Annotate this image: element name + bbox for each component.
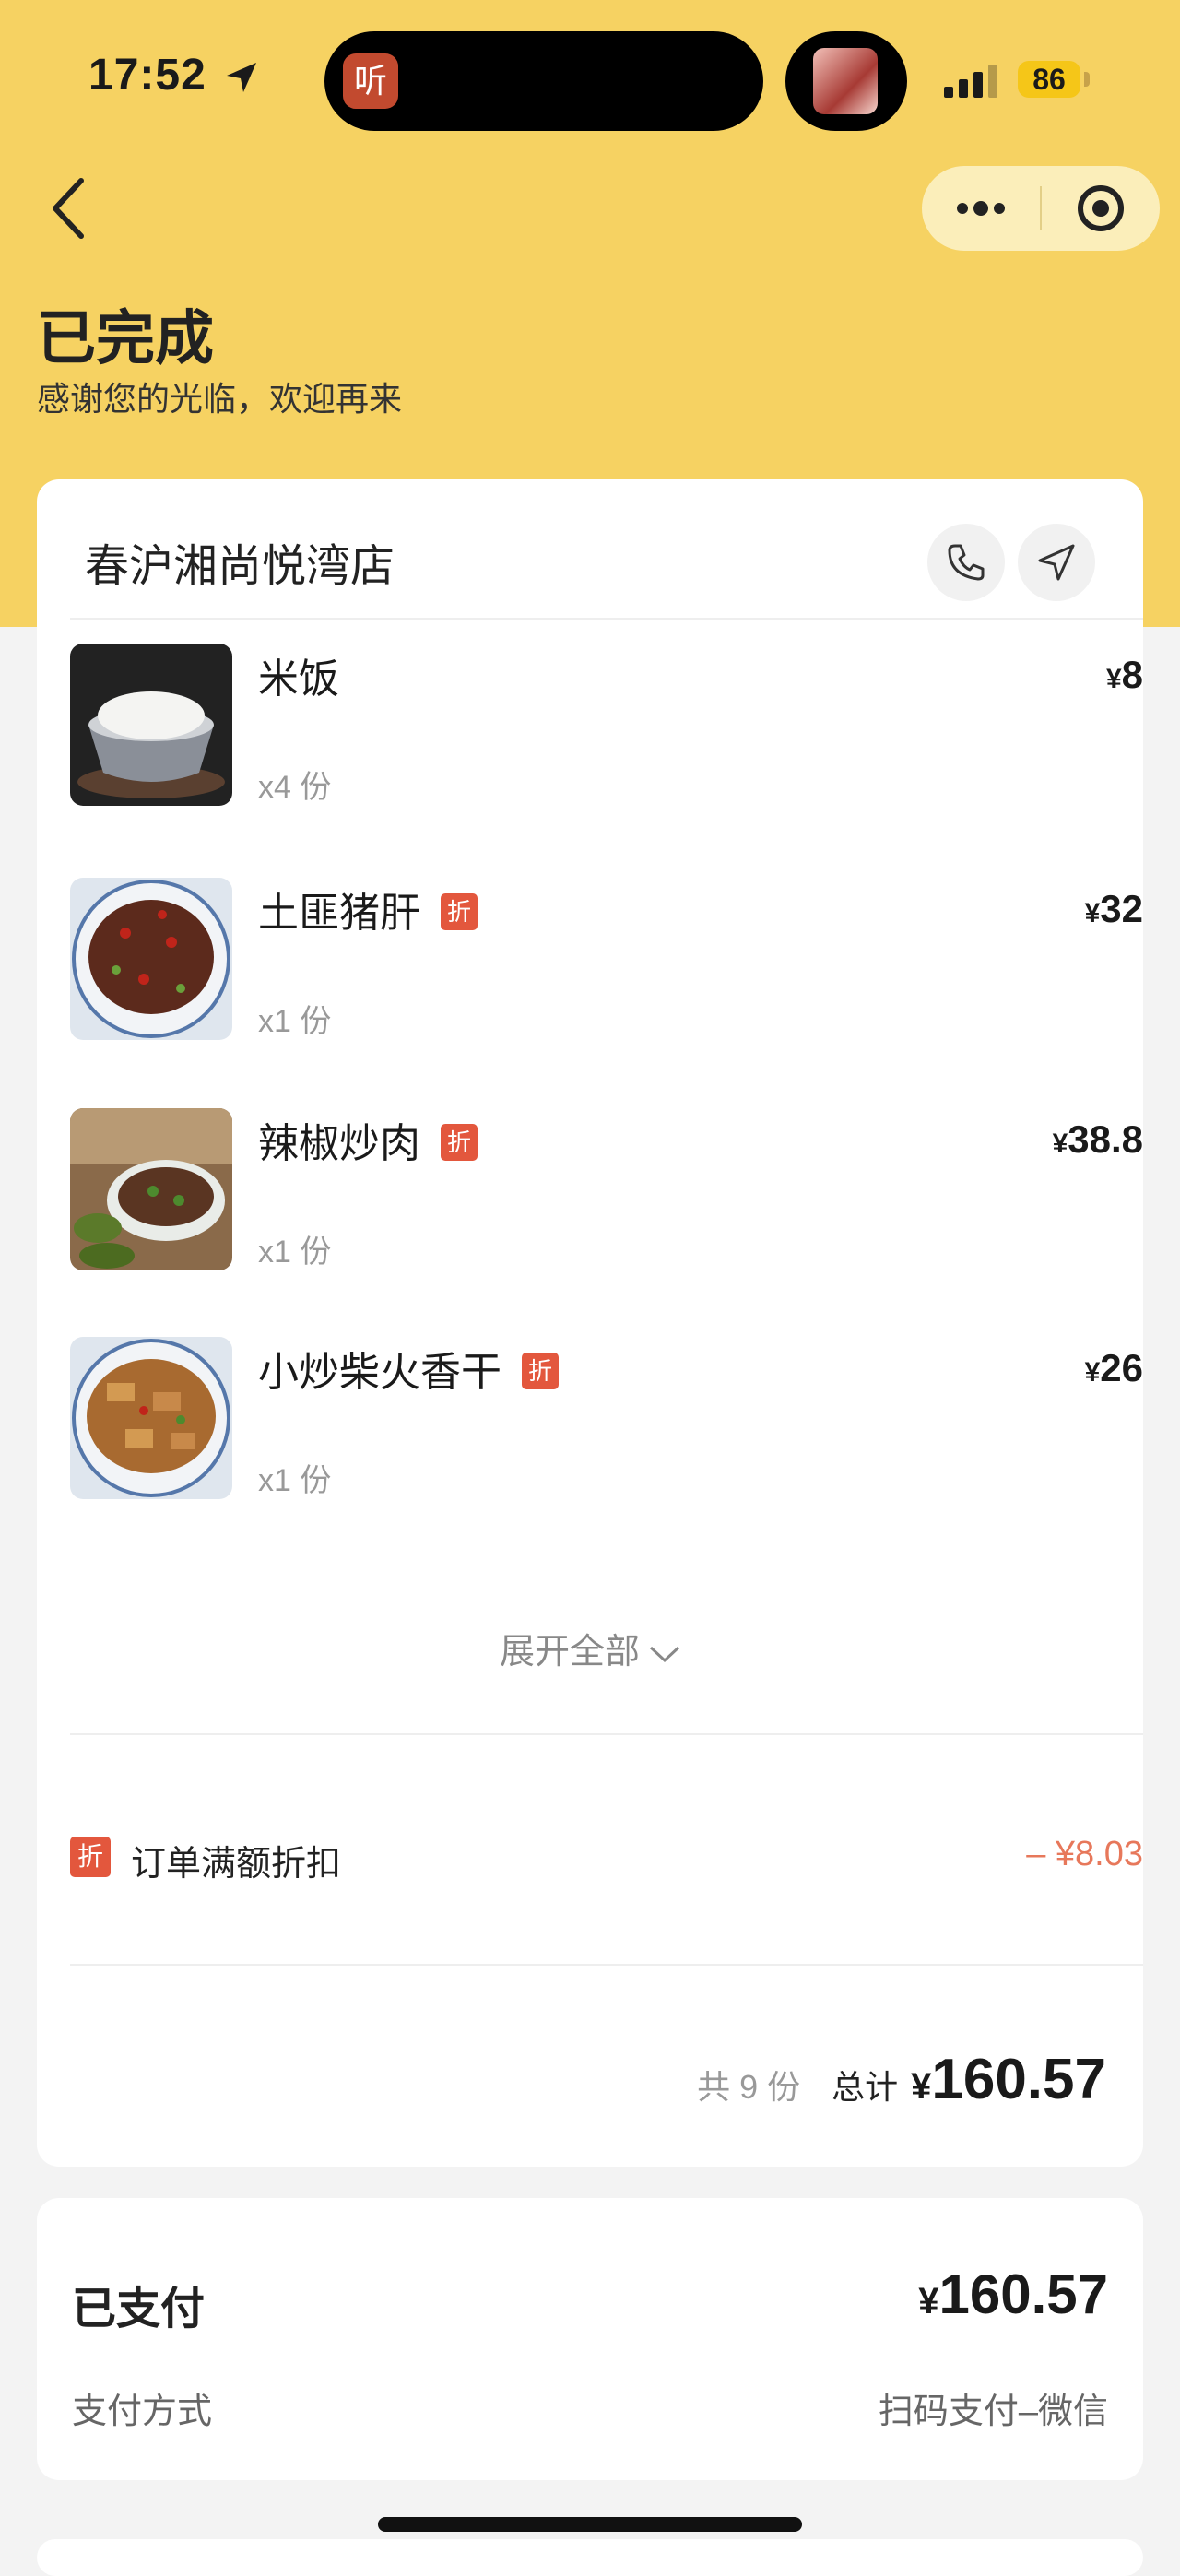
discount-tag: 折 [441,893,478,931]
discount-label: 订单满额折扣 [131,1845,342,1884]
discount-amount: – ¥8.03 [1026,1835,1143,1873]
divider [70,1733,1143,1735]
order-total-row: 共 9 份总计 ¥160.57 [697,2047,1106,2111]
location-arrow-icon [227,63,256,92]
back-arrow-icon[interactable] [46,175,90,242]
discount-tag: 折 [70,1837,111,1877]
item-name: 小炒柴火香干折 [258,1339,559,1398]
dried-tofu-image [70,1337,232,1499]
mini-program-capsule [922,166,1160,251]
paid-amount: ¥160.57 [918,2263,1108,2325]
dynamic-island: 听 [324,31,763,131]
more-dots-icon [957,201,1005,216]
item-price: ¥8 [1105,653,1143,696]
item-name: 辣椒炒肉折 [258,1110,478,1169]
payment-card: 已支付 ¥160.57 支付方式 扫码支付–微信 [37,2198,1143,2480]
total-currency: ¥ [911,2066,932,2107]
battery-level: 86 [1018,61,1080,98]
item-price: ¥38.8 [1052,1117,1143,1161]
chili-pork-image [70,1108,232,1270]
status-time: 17:52 [88,51,206,100]
payment-method-label: 支付方式 [72,2393,213,2431]
signal-icon [944,65,997,98]
chevron-down-icon [649,1646,680,1663]
item-name: 米饭 [258,656,339,702]
item-quantity: x1 份 [258,1463,332,1498]
listen-app-icon: 听 [343,53,398,109]
now-playing-island [785,31,907,131]
battery-tip [1084,72,1090,87]
navigate-icon [1038,544,1075,581]
close-button[interactable] [1042,166,1160,251]
payment-method-value: 扫码支付–微信 [878,2393,1108,2431]
order-item: 小炒柴火香干折 x1 份 ¥26 [70,1337,1143,1499]
expand-all-button[interactable]: 展开全部 [37,1623,1143,1673]
item-quantity: x1 份 [258,1235,332,1270]
item-price: ¥26 [1084,1346,1143,1389]
rice-image [70,644,232,806]
pork-liver-image [70,878,232,1040]
paid-label: 已支付 [72,2285,206,2334]
item-quantity: x1 份 [258,1004,332,1039]
item-count: 共 9 份 [697,2068,801,2106]
order-item: 米饭 x4 份 ¥8 [70,644,1143,806]
more-button[interactable] [922,166,1040,251]
total-label: 总计 [832,2068,899,2106]
order-item: 辣椒炒肉折 x1 份 ¥38.8 [70,1108,1143,1270]
discount-tag: 折 [522,1353,559,1390]
item-name: 土匪猪肝折 [258,880,478,939]
home-indicator[interactable] [378,2517,802,2532]
order-item: 土匪猪肝折 x1 份 ¥32 [70,878,1143,1040]
phone-icon [948,544,985,581]
now-playing-thumbnail [813,48,878,114]
item-quantity: x4 份 [258,770,332,805]
call-button[interactable] [927,524,1005,601]
order-status-title: 已完成 [37,305,214,372]
order-discount-row: 折 订单满额折扣 – ¥8.03 [70,1835,1143,1884]
divider [70,1964,1143,1966]
discount-tag: 折 [441,1124,478,1162]
total-amount: 160.57 [931,2048,1106,2111]
next-card-edge [37,2539,1143,2576]
item-price: ¥32 [1084,887,1143,930]
order-status-subtitle: 感谢您的光临，欢迎再来 [37,380,403,418]
order-card: 春沪湘尚悦湾店 米饭 x4 份 ¥8 土匪猪肝 折 x1 份 ¥32 辣椒炒肉 … [37,479,1143,2167]
navigate-button[interactable] [1018,524,1095,601]
close-target-icon [1078,185,1124,231]
shop-name[interactable]: 春沪湘尚悦湾店 [85,529,395,594]
divider [70,618,1143,620]
